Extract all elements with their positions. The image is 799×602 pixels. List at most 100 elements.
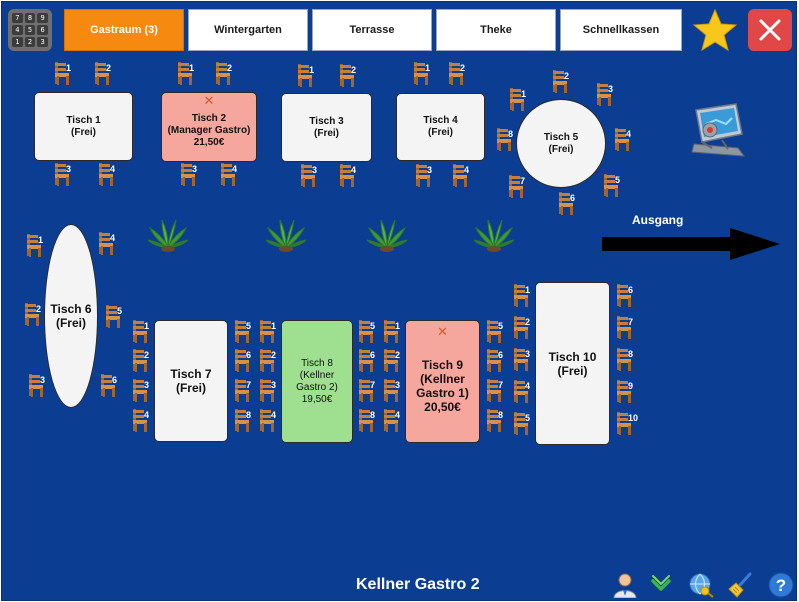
table-status: (Manager Gastro) [167, 125, 251, 136]
chair-icon: 8 [484, 409, 512, 433]
seat-number: 6 [246, 350, 252, 360]
close-button[interactable] [748, 9, 792, 51]
seat-number: 3 [271, 380, 277, 390]
chair-icon: 2 [130, 349, 158, 373]
table-status: (Frei) [55, 316, 86, 330]
chair-icon: 1 [411, 62, 439, 86]
table-10[interactable]: Tisch 10 (Frei) [535, 282, 610, 445]
table-3[interactable]: Tisch 3 (Frei) [281, 93, 372, 162]
seat-number: 9 [628, 381, 634, 391]
chair-icon: 7 [232, 379, 260, 403]
table-status: (Frei) [428, 127, 453, 138]
app-window: 7 8 9 4 5 6 1 2 3 Gastraum (3) Wintergar… [0, 0, 799, 602]
chair-icon: 1 [52, 62, 80, 86]
chair-icon: 6 [556, 192, 584, 216]
seat-number: 3 [525, 349, 531, 359]
seat-number: 1 [309, 65, 315, 75]
floor-plan [1, 1, 797, 601]
chair-icon: 6 [232, 349, 260, 373]
chair-icon: 2 [446, 62, 474, 86]
seat-number: 2 [106, 63, 112, 73]
seat-number: 2 [144, 350, 150, 360]
globe-key-icon[interactable] [688, 572, 714, 598]
seat-number: 2 [395, 350, 401, 360]
tab-wintergarten[interactable]: Wintergarten [188, 9, 308, 51]
chair-icon: 10 [614, 412, 642, 436]
seat-number: 4 [232, 164, 238, 174]
seat-number: 4 [271, 410, 277, 420]
seat-number: 2 [460, 63, 466, 73]
seat-number: 1 [271, 321, 277, 331]
broom-icon[interactable] [728, 572, 754, 598]
chair-icon: 1 [507, 88, 535, 112]
table-name: Tisch 8 [301, 357, 333, 369]
chair-icon: 5 [601, 174, 629, 198]
seat-number: 8 [628, 349, 634, 359]
chair-icon: 4 [511, 380, 539, 404]
key: 3 [37, 37, 48, 47]
seat-number: 1 [66, 63, 72, 73]
seat-number: 3 [395, 380, 401, 390]
table-status: (Kellner [299, 369, 335, 381]
table-2[interactable]: ✕ Tisch 2 (Manager Gastro) 21,50€ [161, 92, 257, 162]
chair-icon: 1 [257, 320, 285, 344]
seat-number: 6 [570, 193, 576, 203]
close-icon [759, 19, 781, 41]
table-9[interactable]: ✕ Tisch 9 (Kellner Gastro 1) 20,50€ [405, 320, 480, 443]
tab-schnellkassen[interactable]: Schnellkassen [560, 9, 682, 51]
chair-icon: 2 [381, 349, 409, 373]
chair-icon: 8 [494, 128, 522, 152]
seat-number: 4 [110, 233, 116, 243]
chair-icon: 8 [232, 409, 260, 433]
chair-icon: 6 [614, 284, 642, 308]
chair-icon: 3 [413, 164, 441, 188]
seat-number: 4 [110, 164, 116, 174]
tab-terrasse[interactable]: Terrasse [312, 9, 432, 51]
chair-icon: 2 [213, 62, 241, 86]
chair-icon: 4 [96, 232, 124, 256]
plant-icon [365, 218, 409, 252]
tab-gastraum[interactable]: Gastraum (3) [64, 9, 184, 51]
chair-icon: 3 [594, 83, 622, 107]
user-icon[interactable] [612, 572, 638, 598]
chair-icon: 4 [337, 164, 365, 188]
help-icon[interactable]: ? [768, 572, 794, 598]
chair-icon: 7 [356, 379, 384, 403]
chair-icon: 2 [92, 62, 120, 86]
table-name: Tisch 10 [548, 349, 597, 364]
chair-icon: 6 [484, 349, 512, 373]
favorites-star-icon[interactable] [692, 8, 738, 52]
chair-icon: 5 [232, 320, 260, 344]
chair-icon: 4 [450, 164, 478, 188]
seat-number: 5 [498, 321, 504, 331]
seat-number: 4 [395, 410, 401, 420]
chair-icon: 4 [257, 409, 285, 433]
seat-number: 7 [628, 317, 634, 327]
key: 5 [24, 25, 36, 35]
table-status: Gastro 2) [296, 381, 338, 393]
chair-icon: 3 [257, 379, 285, 403]
key: 7 [12, 13, 23, 23]
table-name: Tisch 1 [66, 114, 101, 126]
table-1[interactable]: Tisch 1 (Frei) [34, 92, 133, 161]
chair-icon: 1 [175, 62, 203, 86]
keypad-icon[interactable]: 7 8 9 4 5 6 1 2 3 [8, 9, 52, 51]
seat-number: 1 [525, 285, 531, 295]
table-status: (Frei) [71, 126, 96, 138]
key: 9 [37, 13, 48, 23]
seat-number: 7 [370, 380, 376, 390]
robot-icon[interactable] [688, 100, 748, 162]
seat-number: 6 [112, 375, 118, 385]
chair-icon: 3 [26, 374, 54, 398]
table-8[interactable]: Tisch 8 (Kellner Gastro 2) 19,50€ [281, 320, 353, 443]
seat-number: 4 [525, 381, 531, 391]
table-4[interactable]: Tisch 4 (Frei) [396, 93, 485, 161]
table-7[interactable]: Tisch 7 (Frei) [154, 320, 228, 442]
seat-number: 3 [40, 375, 46, 385]
chair-icon: 1 [381, 320, 409, 344]
seat-number: 1 [395, 321, 401, 331]
chevron-down-icon[interactable] [648, 572, 674, 598]
seat-number: 4 [464, 165, 470, 175]
chair-icon: 3 [130, 379, 158, 403]
tab-theke[interactable]: Theke [436, 9, 556, 51]
